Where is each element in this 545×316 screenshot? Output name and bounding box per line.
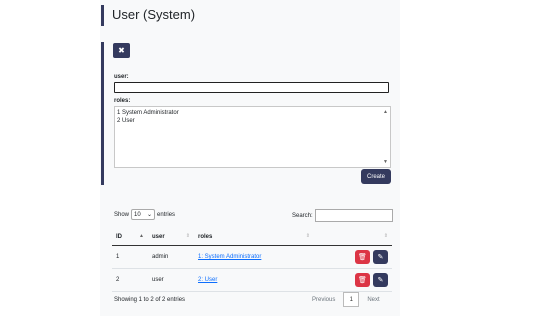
pencil-icon: ✎ [377,254,384,261]
roles-option[interactable]: 1 System Administrator [117,109,388,117]
table-info: Showing 1 to 2 of 2 entries [114,297,186,303]
close-form-button[interactable]: ✖ [113,43,130,58]
trash-icon: 🗑 [358,277,367,284]
pencil-icon: ✎ [377,277,384,284]
sort-icon: ⇕ [305,233,310,239]
roles-multiselect[interactable]: 1 System Administrator 2 User ▲ ▼ [114,106,391,168]
title-accent-bar [101,5,104,26]
column-header-user[interactable]: user ⇕ [148,228,194,246]
search-label: Search: [292,212,313,219]
edit-button[interactable]: ✎ [373,273,388,287]
search-input[interactable] [314,209,393,222]
role-link[interactable]: 2: User [198,277,217,283]
previous-page-button[interactable]: Previous [312,297,335,303]
table-row: 1 admin 1: System Administrator 🗑 ✎ [112,245,392,269]
cell-roles: 2: User [194,268,314,292]
show-label: Show [114,211,130,218]
create-button[interactable]: Create [361,169,391,184]
form-accent-bar [101,42,104,185]
scroll-down-icon[interactable]: ▼ [383,158,388,166]
cell-user: user [148,268,194,292]
roles-option[interactable]: 2 User [117,117,388,125]
edit-button[interactable]: ✎ [373,250,388,264]
delete-button[interactable]: 🗑 [355,250,370,264]
sort-icon: ⇕ [383,233,388,239]
cell-id: 2 [112,268,148,292]
column-header-id[interactable]: ID ▲ [112,228,148,246]
entries-length-select[interactable]: 10 ⌄ [131,209,156,220]
column-header-actions[interactable]: ⇕ [314,228,392,246]
users-table: ID ▲ user ⇕ roles ⇕ ⇕ 1 admin 1: System Adm… [112,228,392,292]
pagination: Previous 1 Next [312,292,380,307]
page-title: User (System) [112,7,196,22]
entries-label: entries [157,211,176,218]
cell-user: admin [148,245,194,269]
close-icon: ✖ [118,46,125,55]
column-header-roles[interactable]: roles ⇕ [194,228,314,246]
cell-roles: 1: System Administrator [194,245,314,269]
current-page-button[interactable]: 1 [343,292,360,307]
sort-icon: ⇕ [185,233,190,239]
sort-asc-icon: ▲ [139,233,144,239]
table-row: 2 user 2: User 🗑 ✎ [112,268,392,292]
cell-id: 1 [112,245,148,269]
user-input[interactable] [114,82,389,93]
user-field-label: user: [114,74,129,80]
roles-field-label: roles: [114,98,131,104]
chevron-down-icon: ⌄ [146,212,153,218]
next-page-button[interactable]: Next [367,297,379,303]
scroll-up-icon[interactable]: ▲ [383,108,388,116]
role-link[interactable]: 1: System Administrator [198,254,261,260]
trash-icon: 🗑 [358,254,367,261]
delete-button[interactable]: 🗑 [355,273,370,287]
